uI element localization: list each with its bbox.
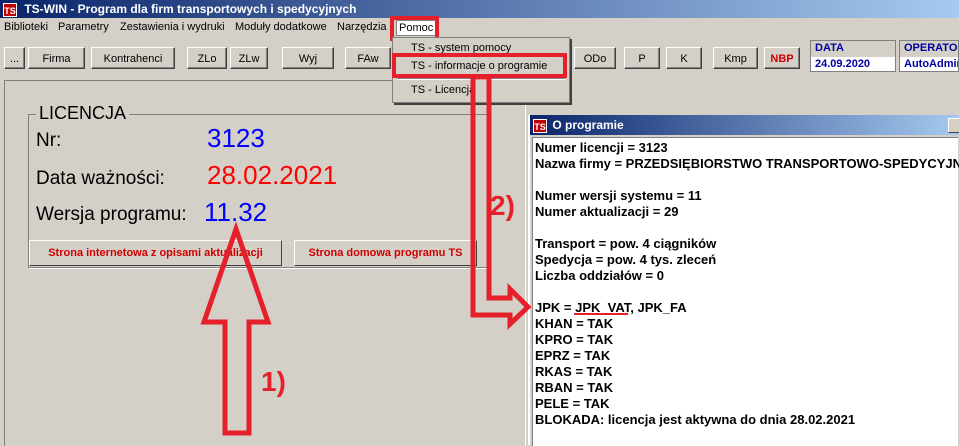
up-arrow-icon	[200, 221, 272, 436]
annotation-step-1: 1)	[261, 366, 286, 397]
annotation-step-2: 2)	[490, 190, 515, 221]
annotation-overlay	[200, 74, 628, 436]
